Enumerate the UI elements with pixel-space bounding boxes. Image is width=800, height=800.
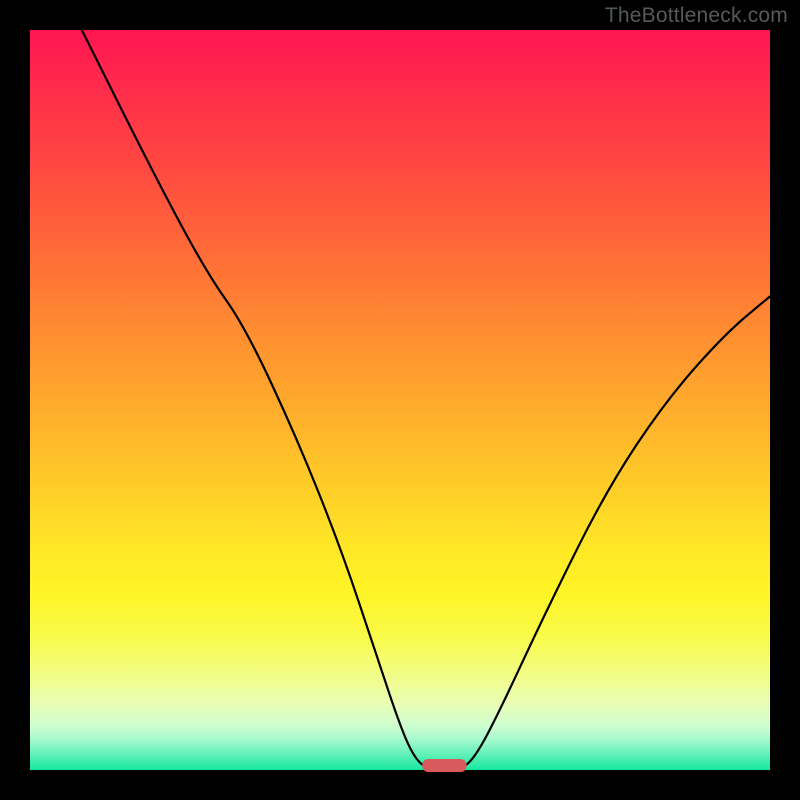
bottleneck-curve: [82, 30, 770, 770]
plot-area: [30, 30, 770, 770]
optimal-marker: [422, 759, 466, 772]
watermark-text: TheBottleneck.com: [605, 4, 788, 28]
chart-frame: TheBottleneck.com: [0, 0, 800, 800]
chart-svg: [30, 30, 770, 770]
